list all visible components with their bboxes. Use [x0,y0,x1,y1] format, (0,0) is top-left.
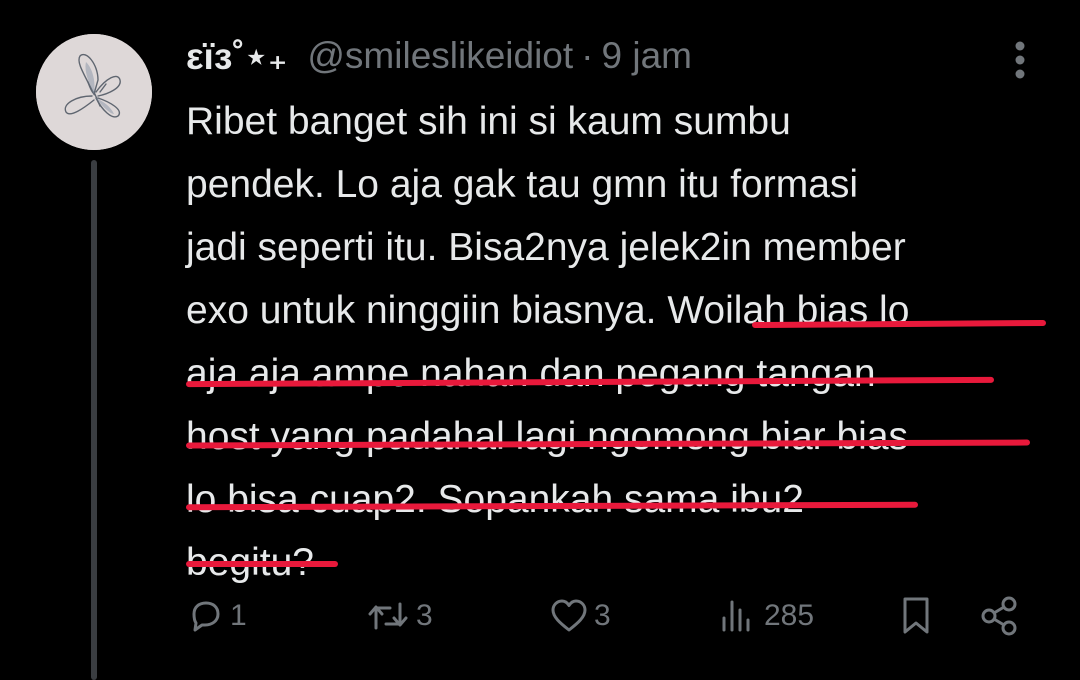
bookmark-button[interactable] [896,590,936,642]
author-handle[interactable]: @smileslikeidiot [307,35,573,77]
header-separator: · [581,35,594,76]
tweet-text-line: exo untuk ninggiin biasnya. Woilah bias … [186,289,910,332]
tweet-timestamp[interactable]: 9 jam [602,35,692,77]
annotation-underline [186,561,338,567]
tweet-text: Ribet banget sih ini si kaum sumbu pende… [186,90,1066,594]
tweet-text-line: lo bisa cuap2. Sopankah sama ibu2 [186,478,804,521]
more-button[interactable] [1005,38,1035,82]
tweet-text-line: Ribet banget sih ini si kaum sumbu [186,100,791,143]
author-display-name[interactable]: εїз˚⋆₊ [186,35,287,78]
views-button[interactable]: 285 [716,590,814,642]
like-button[interactable]: 3 [548,590,611,642]
repost-icon [368,602,408,630]
bookmark-icon [903,597,929,634]
thread-connector-line [91,160,97,680]
tweet-actions: 1 3 3 285 [186,590,1036,642]
reply-icon [192,601,220,632]
views-chart-icon [722,600,750,632]
tweet-text-line: pendek. Lo aja gak tau gmn itu formasi [186,163,859,206]
tweet-text-line: aja aja ampe nahan dan pegang tangan [186,352,876,395]
views-count: 285 [764,599,815,632]
repost-button[interactable]: 3 [364,590,433,642]
share-button[interactable] [978,590,1022,642]
butterfly-sketch-icon [36,34,152,150]
repost-count: 3 [416,599,433,632]
like-count: 3 [594,599,611,632]
reply-count: 1 [230,599,247,632]
tweet-header: εїз˚⋆₊ @smileslikeidiot · 9 jam [186,30,692,82]
share-icon [981,596,1017,636]
tweet-text-line: jadi seperti itu. Bisa2nya jelek2in memb… [186,226,906,269]
tweet-text-line: host yang padahal lagi ngomong biar bias [186,415,909,458]
more-vertical-icon [1015,41,1025,79]
reply-button[interactable]: 1 [186,590,247,642]
heart-icon [551,599,587,632]
avatar[interactable] [36,34,152,150]
